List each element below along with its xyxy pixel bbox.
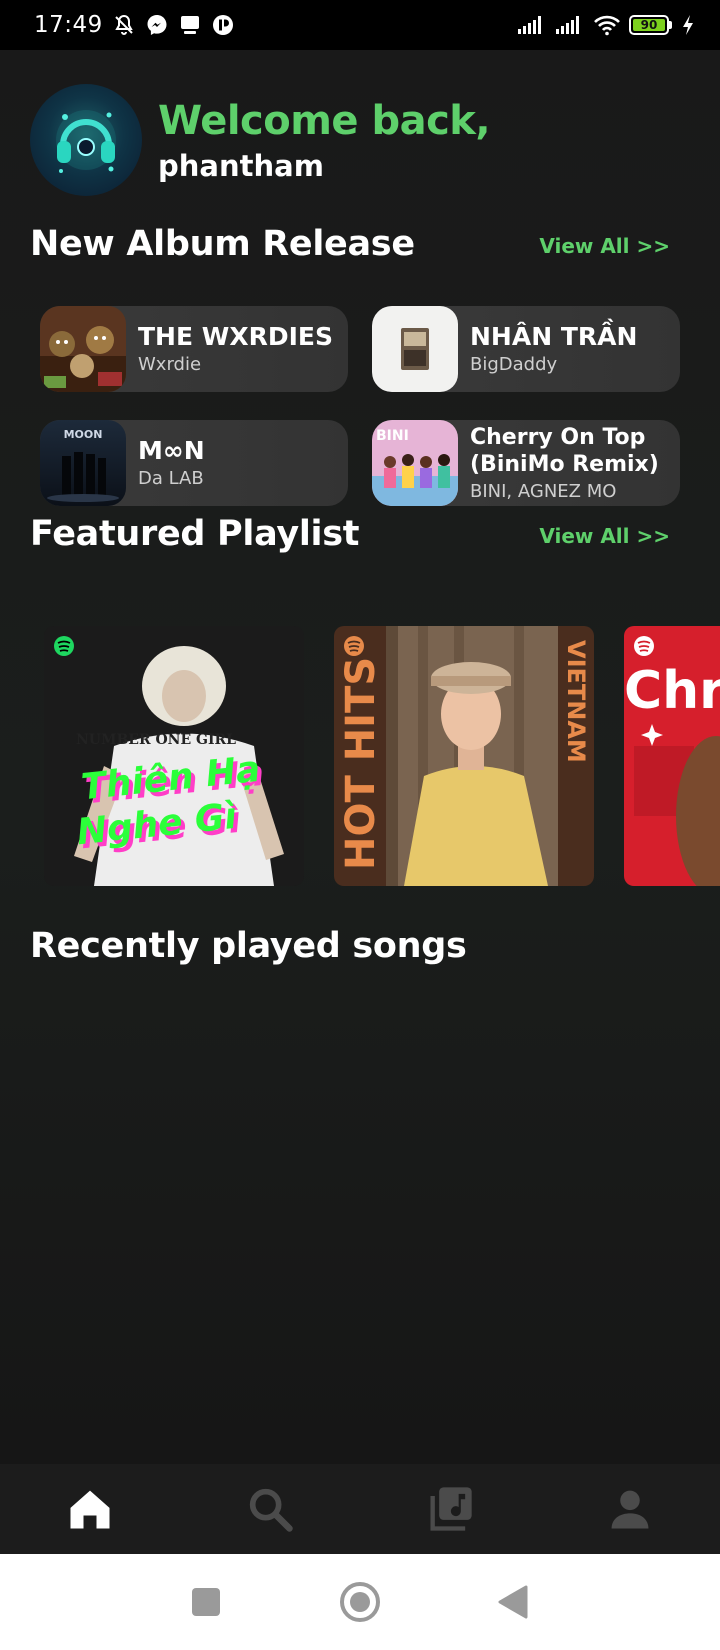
playlist-cover-text: VIETNAM [562, 640, 590, 763]
svg-text:MOON: MOON [64, 428, 103, 441]
circle-home-icon [340, 1582, 380, 1622]
status-system-icons: 90 [517, 13, 696, 37]
welcome-text: Welcome back, [158, 98, 491, 144]
nav-search[interactable] [180, 1464, 360, 1554]
album-artist: Da LAB [138, 467, 204, 489]
battery-level: 90 [633, 18, 665, 32]
welcome-header: Welcome back, phantham [30, 84, 491, 196]
album-card[interactable]: THE WXRDIES Wxrdie [40, 306, 348, 392]
album-artist: Wxrdie [138, 353, 202, 375]
charging-icon [683, 15, 693, 35]
app-icon [212, 15, 233, 35]
album-card[interactable]: BINI Cherry On Top (BiniMo Remix) BINI, … [372, 420, 680, 506]
album-title: Cherry On Top (BiniMo Remix) [470, 425, 659, 478]
album-title: THE WXRDIES [138, 322, 333, 352]
album-cover: BINI [372, 420, 458, 506]
playlist-card[interactable]: HOT HITS VIETNAM [334, 626, 594, 886]
status-notification-icons [112, 13, 235, 37]
playlist-cover-text: Chri [624, 661, 720, 721]
album-cover [40, 306, 126, 392]
back-button[interactable] [492, 1580, 536, 1624]
signal-icon [518, 16, 541, 34]
square-icon [192, 1588, 220, 1616]
home-button[interactable] [338, 1580, 382, 1624]
playlist-cover: Chri [624, 626, 720, 886]
nav-profile[interactable] [540, 1464, 720, 1554]
shirt-text: NUMBER ONE GIRL [76, 732, 236, 748]
album-cover: MOON [40, 420, 126, 506]
album-card[interactable]: NHÂN TRẦN BigDaddy [372, 306, 680, 392]
avatar[interactable] [30, 84, 142, 196]
search-icon [249, 1488, 293, 1532]
cast-icon [180, 16, 199, 34]
album-title: NHÂN TRẦN [470, 322, 638, 352]
headphones-icon [56, 110, 116, 173]
svg-text:BINI: BINI [376, 428, 409, 444]
battery-icon: 90 [629, 15, 672, 35]
status-time: 17:49 [34, 12, 103, 38]
home-screen: Welcome back, phantham New Album Release… [0, 50, 720, 1464]
nav-home[interactable] [0, 1464, 180, 1554]
bell-off-icon [115, 14, 133, 35]
featured-playlist-carousel[interactable]: NUMBER ONE GIRL Thiên Hạ Thiên Hạ Nghe G… [44, 626, 720, 888]
album-section-title: New Album Release [30, 224, 415, 264]
playlist-card[interactable]: NUMBER ONE GIRL Thiên Hạ Thiên Hạ Nghe G… [44, 626, 304, 886]
playlist-cover: HOT HITS VIETNAM [334, 626, 594, 886]
playlist-cover: NUMBER ONE GIRL Thiên Hạ Thiên Hạ Nghe G… [44, 626, 304, 886]
album-cover [372, 306, 458, 392]
playlist-card[interactable]: Chri [624, 626, 720, 886]
recent-apps-button[interactable] [184, 1580, 228, 1624]
messenger-icon [147, 15, 167, 35]
playlist-cover-text: HOT HITS [338, 657, 384, 870]
playlist-section-title: Featured Playlist [30, 514, 360, 554]
nav-library[interactable] [360, 1464, 540, 1554]
wifi-icon [594, 15, 620, 36]
recent-section-title: Recently played songs [30, 926, 467, 966]
username: phantham [158, 149, 324, 183]
status-bar: 17:49 90 [0, 0, 720, 50]
albums-view-all-link[interactable]: View All >> [539, 234, 670, 258]
signal-icon [556, 16, 579, 34]
album-title: M∞N [138, 436, 205, 466]
bottom-navigation [0, 1464, 720, 1554]
playlists-view-all-link[interactable]: View All >> [539, 524, 670, 548]
back-triangle-icon [498, 1585, 528, 1619]
system-navigation-bar [0, 1554, 720, 1650]
album-artist: BigDaddy [470, 353, 558, 375]
album-artist: BINI, AGNEZ MO [470, 481, 617, 503]
library-icon [430, 1487, 472, 1531]
profile-icon [611, 1490, 649, 1529]
home-icon [70, 1490, 110, 1529]
album-card[interactable]: MOON M∞N Da LAB [40, 420, 348, 506]
